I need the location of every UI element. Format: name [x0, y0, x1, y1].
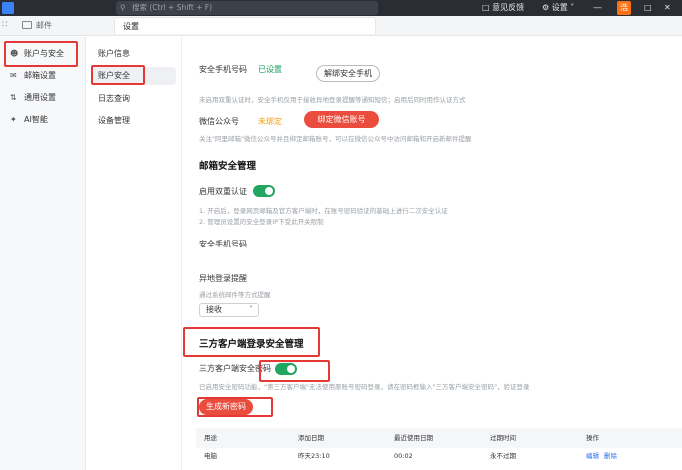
mail-icon [22, 21, 32, 29]
apps-grid-icon[interactable]: ∷ [2, 20, 8, 30]
highlight-box [197, 397, 273, 417]
settings-button[interactable]: ⚙ 设置 ˅ [542, 0, 574, 16]
sidebar-item-general-settings[interactable]: ⇅ 通用设置 [6, 90, 78, 106]
secondary-nav: 账户信息 账户安全 日志查询 设备管理 [86, 37, 182, 470]
minimize-icon[interactable]: — [593, 0, 602, 16]
column-header: 用途 [204, 434, 217, 442]
tab-settings[interactable]: 设置 [114, 17, 376, 34]
feedback-label: 意见反馈 [492, 3, 525, 12]
phone-status: 已设置 [258, 65, 282, 74]
section-divider [182, 249, 682, 263]
app-window: ⚲ 搜索 (Ctrl + Shift + F) □ 意见反馈 ⚙ 设置 ˅ — … [0, 0, 682, 470]
wechat-hint: 关注"阿里邮箱"微信公众号并且绑定邮箱账号，可以在微信公众号中访问邮箱和开启新邮… [199, 135, 472, 143]
two-factor-note-1: 1. 开启后，登录网页邮箱及官方客户端时，在账号密码验证的基础上进行二次安全认证 [199, 207, 448, 215]
two-factor-toggle[interactable] [253, 185, 275, 197]
phone-label-cut: 安全手机号码 [199, 240, 247, 247]
column-header: 过期时间 [490, 434, 516, 442]
tab-settings-label: 设置 [123, 22, 139, 31]
highlight-box [4, 41, 78, 67]
phone-label: 安全手机号码 [199, 65, 247, 74]
nav-item-log-query[interactable]: 日志查询 [98, 92, 130, 106]
highlight-box [183, 327, 320, 357]
tab-bar: ∷ 邮件 设置 [0, 16, 682, 36]
two-factor-note-2: 2. 管理员设置的安全登录IP下受此开关限制 [199, 218, 324, 226]
remote-login-hint: 通过系统邮件等方式提醒 [199, 291, 271, 299]
gear-icon: ⚙ [542, 3, 550, 12]
table-row: 电脑 昨天23:10 00:02 永不过期 编辑 删除 [196, 448, 682, 464]
edit-link[interactable]: 编辑 [586, 448, 599, 464]
sidebar-item-ai[interactable]: ✦ AI智能 [6, 112, 78, 128]
column-header: 添加日期 [298, 434, 324, 442]
sidebar: ☻ 账户与安全 ✉ 邮箱设置 ⇅ 通用设置 ✦ AI智能 [0, 37, 86, 470]
sidebar-item-label: 邮箱设置 [24, 71, 56, 80]
mailbox-security-title: 邮箱安全管理 [199, 161, 257, 172]
remote-login-label: 异地登录提醒 [199, 274, 247, 283]
maximize-icon[interactable]: □ [644, 0, 652, 16]
wechat-status: 未绑定 [258, 117, 282, 126]
sidebar-item-mailbox-settings[interactable]: ✉ 邮箱设置 [6, 68, 78, 84]
feedback-icon: □ [482, 3, 490, 12]
cell-last-used: 00:02 [394, 452, 413, 460]
column-header: 操作 [586, 434, 599, 442]
mail-app-button[interactable]: 邮件 [22, 20, 52, 31]
wechat-label: 微信公众号 [199, 117, 239, 126]
search-icon: ⚲ [120, 3, 126, 12]
search-placeholder: 搜索 (Ctrl + Shift + F) [132, 3, 213, 12]
close-icon[interactable]: ✕ [664, 0, 671, 16]
top-bar: ⚲ 搜索 (Ctrl + Shift + F) □ 意见反馈 ⚙ 设置 ˅ — … [0, 0, 682, 16]
chevron-down-icon: ˅ [249, 305, 253, 314]
unbind-phone-button[interactable]: 解绑安全手机 [316, 65, 380, 82]
avatar[interactable]: 浩 [617, 1, 631, 15]
cell-added-date: 昨天23:10 [298, 452, 330, 460]
sparkle-icon: ✦ [10, 115, 17, 124]
feedback-button[interactable]: □ 意见反馈 [482, 0, 524, 16]
mailbox-icon: ✉ [10, 71, 17, 80]
global-search-input[interactable]: ⚲ 搜索 (Ctrl + Shift + F) [116, 1, 378, 15]
settings-label: 设置 [551, 3, 568, 12]
third-party-hint: 已启用安全密码功能，"第三方客户端"无法使用原账号密码登录，请在密码框输入"三方… [199, 383, 530, 391]
cell-expires: 永不过期 [490, 452, 516, 460]
column-header: 最近使用日期 [394, 434, 433, 442]
app-logo-icon [2, 2, 14, 14]
highlight-box [91, 65, 145, 85]
highlight-box [259, 360, 330, 382]
nav-item-account-info[interactable]: 账户信息 [98, 47, 130, 61]
nav-item-device-management[interactable]: 设备管理 [98, 114, 130, 128]
remote-login-select[interactable]: 接收 ˅ [199, 303, 259, 317]
bind-wechat-button[interactable]: 绑定微信账号 [304, 111, 379, 128]
sliders-icon: ⇅ [10, 93, 17, 102]
table-header: 用途 添加日期 最近使用日期 过期时间 操作 [196, 428, 682, 448]
sidebar-item-label: AI智能 [24, 115, 48, 124]
remote-login-select-value: 接收 [206, 305, 222, 314]
phone-hint: 未启用双重认证时，安全手机仅用于接收异地登录提醒等通知短信；启用后同时用作认证方… [199, 96, 466, 104]
cell-usage: 电脑 [204, 452, 217, 460]
chevron-down-icon: ˅ [570, 3, 575, 12]
sidebar-item-label: 通用设置 [24, 93, 56, 102]
two-factor-label: 启用双重认证 [199, 187, 247, 196]
mail-label: 邮件 [36, 21, 52, 30]
delete-link[interactable]: 删除 [604, 448, 617, 464]
